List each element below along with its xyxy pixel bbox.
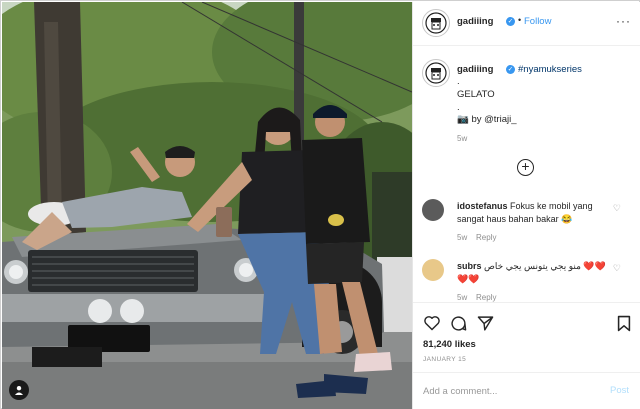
commenter-avatar[interactable]	[422, 199, 444, 221]
reply-button[interactable]: Reply	[476, 233, 496, 242]
mosquito-logo-icon	[425, 12, 447, 34]
commenter-avatar[interactable]	[422, 259, 444, 281]
post-side-panel: gadiiing ✓ • Follow ··· gadiiing ✓ #nyam…	[412, 2, 640, 409]
separator-dot: •	[518, 15, 522, 25]
comment-input[interactable]	[423, 383, 593, 400]
add-comment-bar: Post	[413, 372, 640, 409]
comment-bubble-icon[interactable]	[450, 315, 467, 332]
caption-timestamp[interactable]: 5w	[457, 134, 467, 143]
like-heart-icon[interactable]	[423, 315, 441, 331]
author-username[interactable]: gadiiing	[457, 16, 493, 27]
post-photo[interactable]	[2, 2, 412, 409]
verified-badge-icon: ✓	[506, 17, 515, 26]
caption-username[interactable]: gadiiing	[457, 64, 493, 75]
likes-count[interactable]: 81,240 likes	[423, 339, 476, 350]
follow-button[interactable]: Follow	[524, 16, 551, 27]
comment-text: idostefanus Fokus ke mobil yang sangat h…	[457, 200, 607, 226]
comment-like-icon[interactable]: ♡	[613, 263, 621, 274]
mosquito-logo-icon	[425, 62, 447, 84]
comment-text: subrs منو يجي يتونس يجي خاص ❤️❤️❤️❤️	[457, 260, 607, 286]
caption-line: GELATO	[457, 89, 495, 100]
comment-timestamp[interactable]: 5w	[457, 233, 467, 242]
commenter-username[interactable]: idostefanus	[457, 201, 508, 211]
commenter-username[interactable]: subrs	[457, 261, 482, 271]
post-comment-button[interactable]: Post	[610, 385, 629, 396]
load-more-comments-button[interactable]: +	[517, 159, 534, 176]
post-actions: 81,240 likes JANUARY 15	[413, 302, 640, 372]
caption-credit[interactable]: 📷 by @triaji_	[457, 114, 517, 125]
person-icon	[15, 386, 23, 395]
comment-like-icon[interactable]: ♡	[613, 203, 621, 214]
tagged-users-icon[interactable]	[9, 380, 29, 400]
verified-badge-icon: ✓	[506, 65, 515, 74]
caption-line: .	[457, 76, 460, 87]
author-avatar[interactable]	[422, 9, 450, 37]
post-date[interactable]: JANUARY 15	[423, 356, 466, 363]
photo-scene	[2, 2, 412, 409]
reply-button[interactable]: Reply	[476, 293, 496, 302]
caption-line: .	[457, 102, 460, 113]
post-header: gadiiing ✓ • Follow ···	[413, 2, 640, 46]
comment-timestamp[interactable]: 5w	[457, 293, 467, 302]
instagram-post-window: gadiiing ✓ • Follow ··· gadiiing ✓ #nyam…	[0, 0, 640, 409]
share-paper-plane-icon[interactable]	[477, 315, 494, 332]
save-bookmark-icon[interactable]	[617, 315, 631, 332]
more-options-icon[interactable]: ···	[616, 14, 631, 28]
caption-author-avatar[interactable]	[422, 59, 450, 87]
caption-hashtag[interactable]: #nyamukseries	[518, 64, 582, 75]
